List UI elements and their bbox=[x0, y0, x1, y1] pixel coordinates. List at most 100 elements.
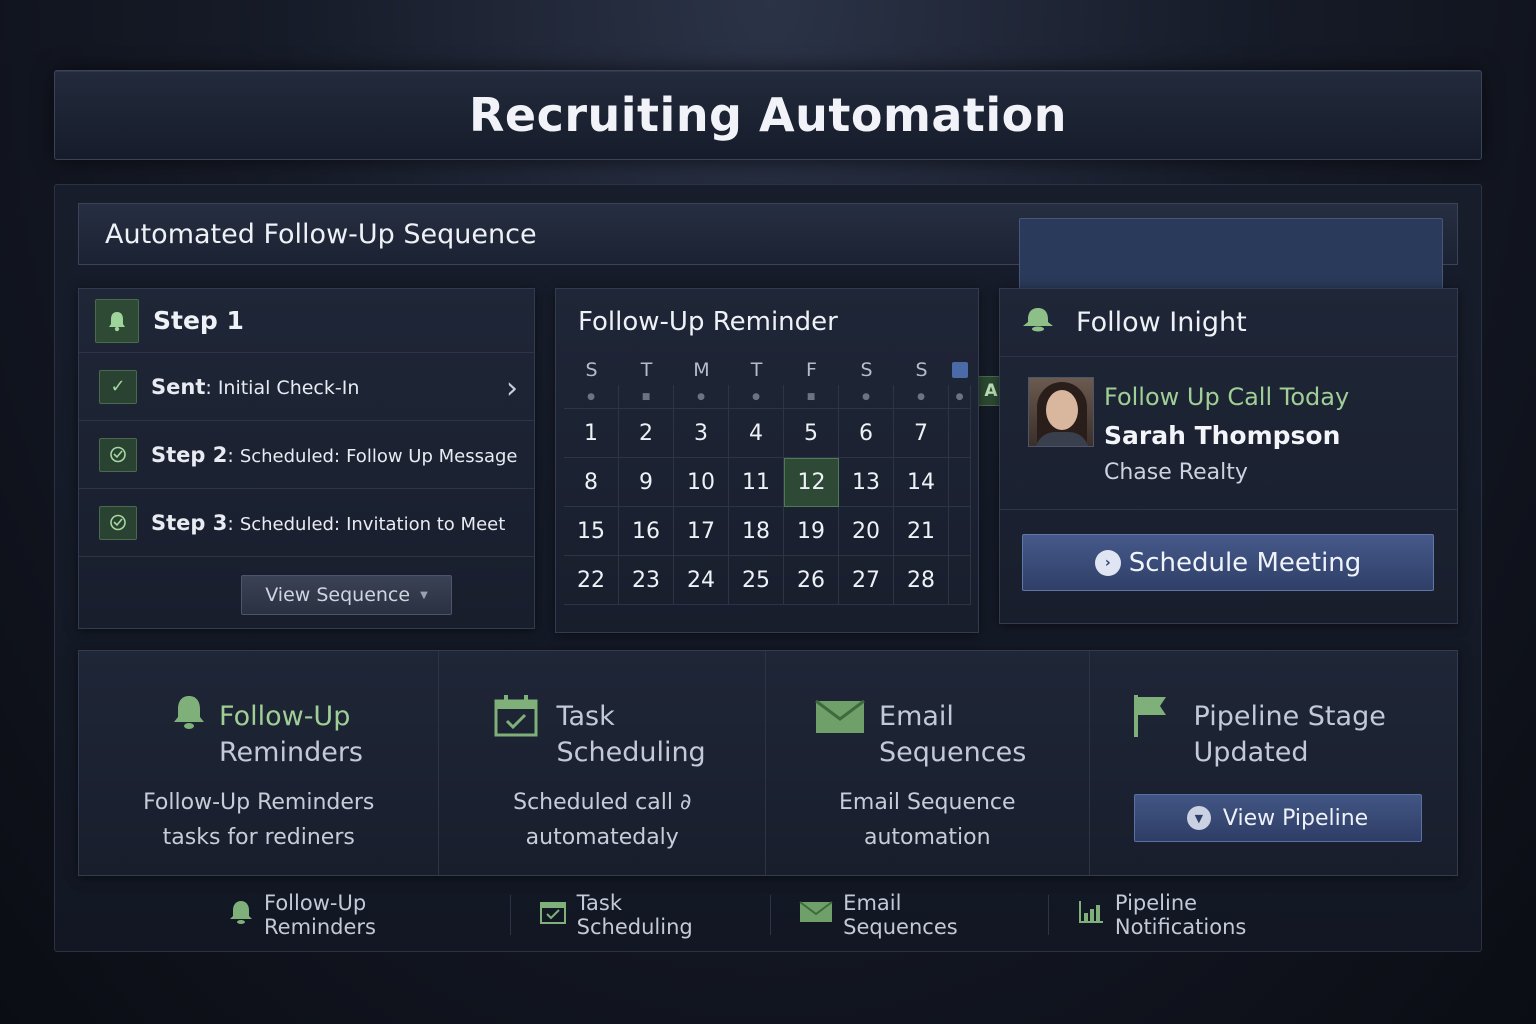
calendar-day[interactable]: 11 bbox=[729, 458, 784, 507]
weekday-label: S bbox=[915, 359, 928, 381]
feature-title: Task Scheduling bbox=[556, 699, 705, 771]
step-separator: : bbox=[205, 376, 212, 399]
calendar-day[interactable]: 10 bbox=[674, 458, 729, 507]
divider bbox=[1000, 509, 1457, 510]
feature-title-line: Email bbox=[879, 701, 954, 732]
bell-icon bbox=[95, 298, 139, 343]
avatar bbox=[1028, 377, 1094, 447]
feature-desc-line: Scheduled call ∂ bbox=[513, 790, 692, 815]
contact-company: Chase Realty bbox=[1104, 460, 1248, 485]
dot-marker: ● bbox=[564, 385, 619, 409]
calendar-day[interactable]: 19 bbox=[784, 507, 839, 556]
check-icon: ✓ bbox=[99, 369, 137, 404]
calendar-day[interactable]: 5 bbox=[784, 409, 839, 458]
step-label: Step 3 bbox=[151, 510, 228, 535]
step-row-2[interactable]: Step 2: Scheduled: Follow Up Message bbox=[79, 421, 534, 489]
feature-desc-line: automatedaly bbox=[525, 825, 679, 850]
calendar-day[interactable]: 22 bbox=[564, 556, 619, 605]
step-detail: Follow Up Message bbox=[346, 445, 518, 467]
footer-item-task-scheduling[interactable]: Task Scheduling bbox=[511, 891, 772, 939]
step-row-text: Step 2: Scheduled: Follow Up Message bbox=[151, 443, 518, 467]
view-pipeline-button[interactable]: ▼ View Pipeline bbox=[1133, 794, 1422, 842]
calendar-day[interactable]: 20 bbox=[839, 507, 894, 556]
calendar-spacer bbox=[949, 409, 971, 458]
calendar-day[interactable]: 18 bbox=[729, 507, 784, 556]
feature-task-scheduling: Task Scheduling Scheduled call ∂ automat… bbox=[439, 651, 767, 875]
features-panel: Follow-Up Reminders Follow-Up Reminders … bbox=[78, 650, 1458, 876]
calendar-day[interactable]: 4 bbox=[729, 409, 784, 458]
calendar-day[interactable]: 2 bbox=[619, 409, 674, 458]
step-row-3[interactable]: Step 3: Scheduled: Invitation to Meet bbox=[79, 489, 534, 557]
footer-item-follow-up-reminders[interactable]: Follow-Up Reminders bbox=[200, 891, 511, 939]
weekday-label: T bbox=[750, 359, 763, 381]
step-detail: Invitation to Meet bbox=[346, 513, 506, 535]
calendar-day[interactable]: 14 bbox=[894, 458, 949, 507]
feature-desc-line: automation bbox=[863, 825, 991, 850]
calendar-day[interactable]: 26 bbox=[784, 556, 839, 605]
step-row-text: Sent: Initial Check-In bbox=[151, 375, 359, 399]
footer-item-pipeline-notifications[interactable]: Pipeline Notifications bbox=[1049, 891, 1360, 939]
calendar-day[interactable]: 6 bbox=[839, 409, 894, 458]
step-row-text: Step 3: Scheduled: Invitation to Meet bbox=[151, 511, 505, 535]
calendar-day[interactable]: 13 bbox=[839, 458, 894, 507]
step-detail: Initial Check-In bbox=[217, 376, 360, 399]
calendar-week: 22 23 24 25 26 27 28 bbox=[564, 556, 972, 605]
feature-title-line: Scheduling bbox=[556, 737, 706, 768]
dot-marker: ● bbox=[949, 385, 971, 409]
step-label: Sent bbox=[151, 374, 206, 399]
calendar-day[interactable]: 7 bbox=[894, 409, 949, 458]
calendar-day[interactable]: 27 bbox=[839, 556, 894, 605]
calendar-day[interactable]: 24 bbox=[674, 556, 729, 605]
feature-pipeline-stage: Pipeline Stage Updated ▼ View Pipeline bbox=[1090, 651, 1457, 875]
feature-title: Pipeline Stage Updated bbox=[1194, 699, 1386, 771]
calendar-day[interactable]: 3 bbox=[674, 409, 729, 458]
dot-marker: ● bbox=[839, 385, 894, 409]
step-row-sent[interactable]: ✓ Sent: Initial Check-In › bbox=[79, 353, 534, 421]
reminder-text: Follow Up Call Today bbox=[1104, 383, 1350, 411]
calendar-day[interactable]: 17 bbox=[674, 507, 729, 556]
mini-calendar-icon[interactable] bbox=[949, 355, 971, 385]
footer-item-email-sequences[interactable]: Email Sequences bbox=[771, 891, 1049, 939]
feature-title-line: Reminders bbox=[219, 737, 363, 768]
calendar-day[interactable]: 8 bbox=[564, 458, 619, 507]
feature-desc-line: tasks for rediners bbox=[162, 825, 355, 850]
calendar-day[interactable]: 23 bbox=[619, 556, 674, 605]
steps-card-header: Step 1 bbox=[79, 289, 534, 353]
calendar-dot-row: ● ■ ● ● ■ ● ● ● bbox=[564, 385, 972, 409]
calendar-day[interactable]: 9 bbox=[619, 458, 674, 507]
footer-legend: Follow-Up Reminders Task Scheduling Emai… bbox=[200, 891, 1360, 939]
calendar-day[interactable]: 25 bbox=[729, 556, 784, 605]
weekday-label: M bbox=[693, 359, 710, 381]
view-sequence-label: View Sequence bbox=[265, 584, 411, 606]
view-sequence-button[interactable]: View Sequence ▼ bbox=[241, 575, 452, 615]
feature-title: Email Sequences bbox=[879, 699, 1026, 771]
calendar-day[interactable]: 28 bbox=[894, 556, 949, 605]
schedule-meeting-label: Schedule Meeting bbox=[1128, 547, 1362, 578]
calendar-spacer bbox=[949, 507, 971, 556]
feature-desc-line: Email Sequence bbox=[839, 790, 1016, 815]
steps-card-title: Step 1 bbox=[153, 306, 244, 335]
envelope-icon bbox=[814, 699, 866, 744]
calendar-grid: S T M T F S S ● ■ ● ● ■ ● ● ● 1 2 3 4 5 … bbox=[564, 355, 972, 605]
calendar-day[interactable]: 15 bbox=[564, 507, 619, 556]
schedule-meeting-button[interactable]: › Schedule Meeting bbox=[1022, 534, 1434, 591]
chevron-right-icon[interactable]: › bbox=[506, 371, 518, 406]
weekday-label: T bbox=[640, 359, 653, 381]
footer-label: Email Sequences bbox=[843, 891, 958, 939]
calendar-week: 8 9 10 11 12 13 14 bbox=[564, 458, 972, 507]
feature-follow-up-reminders: Follow-Up Reminders Follow-Up Reminders … bbox=[79, 651, 440, 875]
calendar-day[interactable]: 16 bbox=[619, 507, 674, 556]
feature-title-line: Pipeline Stage bbox=[1193, 701, 1386, 732]
dot-marker: ● bbox=[729, 385, 784, 409]
message-icon bbox=[99, 437, 137, 472]
insight-details: Follow Up Call Today Sarah Thompson Chas… bbox=[1104, 383, 1349, 485]
calendar-day[interactable]: 1 bbox=[564, 409, 619, 458]
calendar-day-selected[interactable]: 12 bbox=[784, 458, 839, 507]
step-status: Scheduled: bbox=[239, 445, 341, 467]
calendar-day[interactable]: 21 bbox=[894, 507, 949, 556]
sequence-title: Automated Follow-Up Sequence bbox=[105, 218, 537, 250]
follow-up-reminder-calendar: Follow-Up Reminder S T M T F S S ● ■ ● ●… bbox=[555, 288, 979, 633]
calendar-check-icon bbox=[539, 899, 567, 931]
weekday-label: F bbox=[806, 359, 817, 381]
dot-marker: ● bbox=[894, 385, 949, 409]
